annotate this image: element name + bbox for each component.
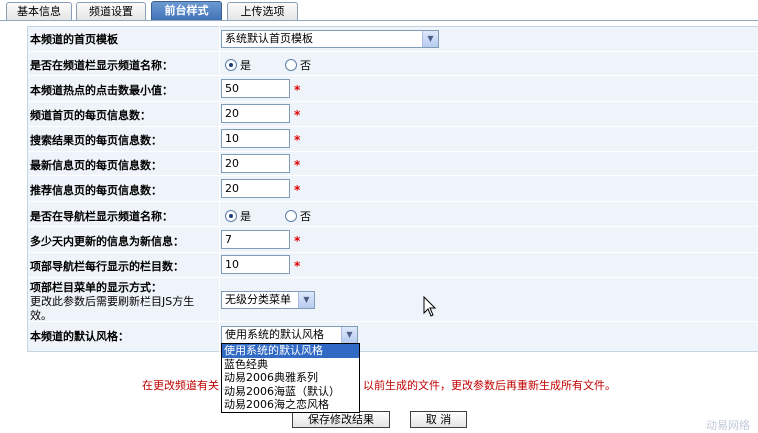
mouse-cursor-icon <box>423 296 437 317</box>
show-channel-yes-radio[interactable]: 是 <box>225 57 251 73</box>
default-style-label: 本频道的默认风格： <box>30 330 129 343</box>
dropdown-option[interactable]: 使用系统的默认风格 <box>222 344 359 358</box>
radio-label: 是 <box>240 210 251 223</box>
brand-watermark: 动易网络 <box>706 419 750 432</box>
required-mark: * <box>294 158 301 172</box>
show-channel-name-label: 是否在频道栏显示频道名称： <box>30 59 173 72</box>
dropdown-option[interactable]: 动易2006海蓝（默认） <box>222 385 359 399</box>
dropdown-option[interactable]: 动易2006海之恋风格 <box>222 398 359 412</box>
search-per-page-input[interactable] <box>221 129 290 148</box>
required-mark: * <box>294 133 301 147</box>
hot-min-input[interactable] <box>221 79 290 98</box>
row-divider <box>28 201 758 202</box>
row-divider <box>28 252 758 253</box>
default-style-value: 使用系统的默认风格 <box>225 328 324 341</box>
show-nav-no-radio[interactable]: 否 <box>285 208 311 224</box>
default-style-select[interactable]: 使用系统的默认风格 ▼ <box>221 326 358 344</box>
tab-basic-info[interactable]: 基本信息 <box>6 2 72 21</box>
radio-label: 否 <box>300 210 311 223</box>
top-menu-label-block: 项部栏目菜单的显示方式： 更改此参数后需要刷新栏目JS方生 效。 <box>30 281 194 323</box>
row-divider <box>28 151 758 152</box>
row-divider <box>28 226 758 227</box>
required-mark: * <box>294 259 301 273</box>
hot-min-label: 本频道热点的点击数最小值： <box>30 84 173 97</box>
home-per-page-input[interactable] <box>221 104 290 123</box>
row-divider <box>28 126 758 127</box>
radio-label: 否 <box>300 59 311 72</box>
home-template-label: 本频道的首页模板 <box>30 33 118 46</box>
show-channel-no-radio[interactable]: 否 <box>285 57 311 73</box>
show-nav-name-label: 是否在导航栏显示频道名称： <box>30 210 173 223</box>
new-days-label: 多少天内更新的信息为新信息： <box>30 235 184 248</box>
required-mark: * <box>294 234 301 248</box>
radio-unchecked-icon <box>285 210 297 222</box>
notice-text-left: 在更改频道有关 <box>142 379 219 392</box>
row-divider <box>28 101 758 102</box>
top-menu-select[interactable]: 无级分类菜单 ▼ <box>221 291 315 309</box>
dropdown-option[interactable]: 动易2006典雅系列 <box>222 371 359 385</box>
tab-channel-settings[interactable]: 频道设置 <box>76 2 146 21</box>
home-per-page-label: 频道首页的每页信息数： <box>30 109 151 122</box>
top-nav-cols-input[interactable] <box>221 255 290 274</box>
tab-upload-options[interactable]: 上传选项 <box>227 2 298 21</box>
radio-checked-icon <box>225 59 237 71</box>
radio-label: 是 <box>240 59 251 72</box>
latest-per-page-input[interactable] <box>221 154 290 173</box>
required-mark: * <box>294 183 301 197</box>
new-days-input[interactable] <box>221 230 290 249</box>
top-menu-label: 项部栏目菜单的显示方式： <box>30 281 162 294</box>
required-mark: * <box>294 83 301 97</box>
recommend-per-page-label: 推荐信息页的每页信息数： <box>30 184 162 197</box>
top-nav-cols-label: 项部导航栏每行显示的栏目数： <box>30 260 184 273</box>
required-mark: * <box>294 108 301 122</box>
top-menu-note-2: 效。 <box>30 309 52 322</box>
radio-checked-icon <box>225 210 237 222</box>
cancel-button[interactable]: 取 消 <box>410 411 467 428</box>
row-divider <box>28 277 758 278</box>
show-nav-yes-radio[interactable]: 是 <box>225 208 251 224</box>
dropdown-option[interactable]: 蓝色经典 <box>222 358 359 372</box>
chevron-down-icon: ▼ <box>298 292 314 308</box>
tab-bar: 基本信息 频道设置 前台样式 上传选项 <box>0 0 758 21</box>
row-divider <box>28 175 758 176</box>
row-divider <box>28 51 758 52</box>
save-button[interactable]: 保存修改结果 <box>292 411 390 428</box>
row-divider <box>28 75 758 76</box>
chevron-down-icon: ▼ <box>341 327 357 343</box>
radio-unchecked-icon <box>285 59 297 71</box>
top-menu-value: 无级分类菜单 <box>225 293 291 306</box>
latest-per-page-label: 最新信息页的每页信息数： <box>30 159 162 172</box>
recommend-per-page-input[interactable] <box>221 179 290 198</box>
style-dropdown-list: 使用系统的默认风格 蓝色经典 动易2006典雅系列 动易2006海蓝（默认） 动… <box>221 343 360 413</box>
search-per-page-label: 搜索结果页的每页信息数： <box>30 134 162 147</box>
top-menu-note: 更改此参数后需要刷新栏目JS方生 <box>30 295 195 308</box>
home-template-select[interactable]: 系统默认首页模板 ▼ <box>221 30 439 48</box>
tab-divider <box>0 20 758 21</box>
tab-frontend-style[interactable]: 前台样式 <box>151 1 222 21</box>
notice-text-right: 以前生成的文件，更改参数后再重新生成所有文件。 <box>363 379 616 392</box>
chevron-down-icon: ▼ <box>422 31 438 47</box>
home-template-value: 系统默认首页模板 <box>225 32 313 45</box>
